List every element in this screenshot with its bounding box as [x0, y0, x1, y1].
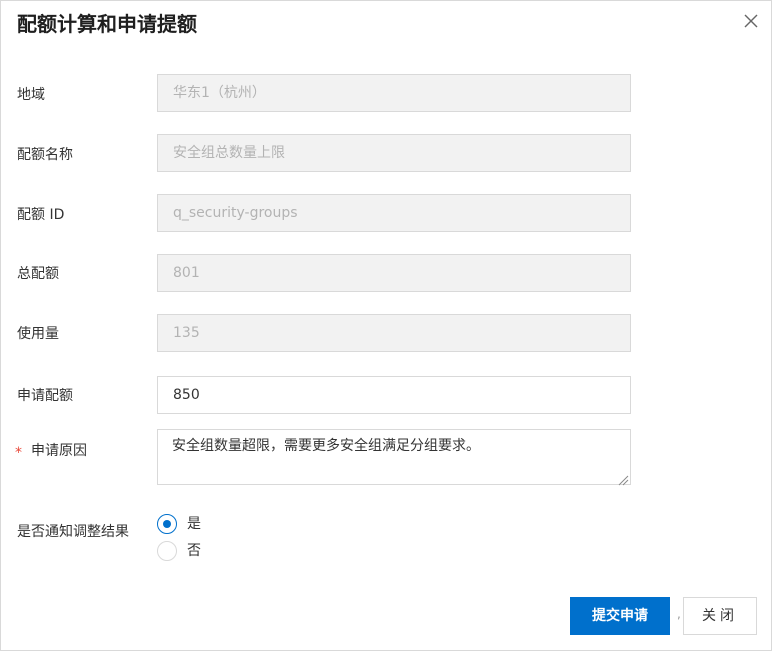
usage-label: 使用量: [17, 326, 59, 342]
notify-no-radio[interactable]: [157, 541, 177, 561]
apply-quota-label: 申请配额: [17, 388, 73, 404]
notify-yes-label[interactable]: 是: [187, 514, 201, 534]
usage-field: 135: [157, 314, 631, 352]
notify-yes-radio[interactable]: [157, 514, 177, 534]
quota-name-label: 配额名称: [17, 147, 73, 163]
quota-id-label: 配额 ID: [17, 207, 65, 223]
close-button[interactable]: 关闭: [683, 597, 757, 635]
quota-dialog: 配额计算和申请提额 地域 华东1（杭州） 配额名称 安全组总数量上限 配额 ID…: [0, 0, 772, 651]
notify-label: 是否通知调整结果: [17, 524, 129, 540]
resize-grip-icon[interactable]: [617, 471, 629, 486]
quota-name-field: 安全组总数量上限: [157, 134, 631, 172]
apply-quota-input[interactable]: 850: [157, 376, 631, 414]
notify-no-label[interactable]: 否: [187, 541, 201, 561]
dialog-title: 配额计算和申请提额: [17, 12, 197, 36]
close-icon[interactable]: [741, 11, 761, 31]
submit-button[interactable]: 提交申请: [570, 597, 670, 635]
reason-label: 申请原因: [31, 443, 87, 459]
required-mark: *: [15, 445, 22, 461]
reason-textarea[interactable]: 安全组数量超限，需要更多安全组满足分组要求。: [157, 429, 631, 485]
quota-id-field: q_security-groups: [157, 194, 631, 232]
total-quota-field: 801: [157, 254, 631, 292]
button-separator: ,: [677, 607, 681, 621]
region-label: 地域: [17, 87, 45, 103]
region-field: 华东1（杭州）: [157, 74, 631, 112]
total-quota-label: 总配额: [17, 266, 59, 282]
